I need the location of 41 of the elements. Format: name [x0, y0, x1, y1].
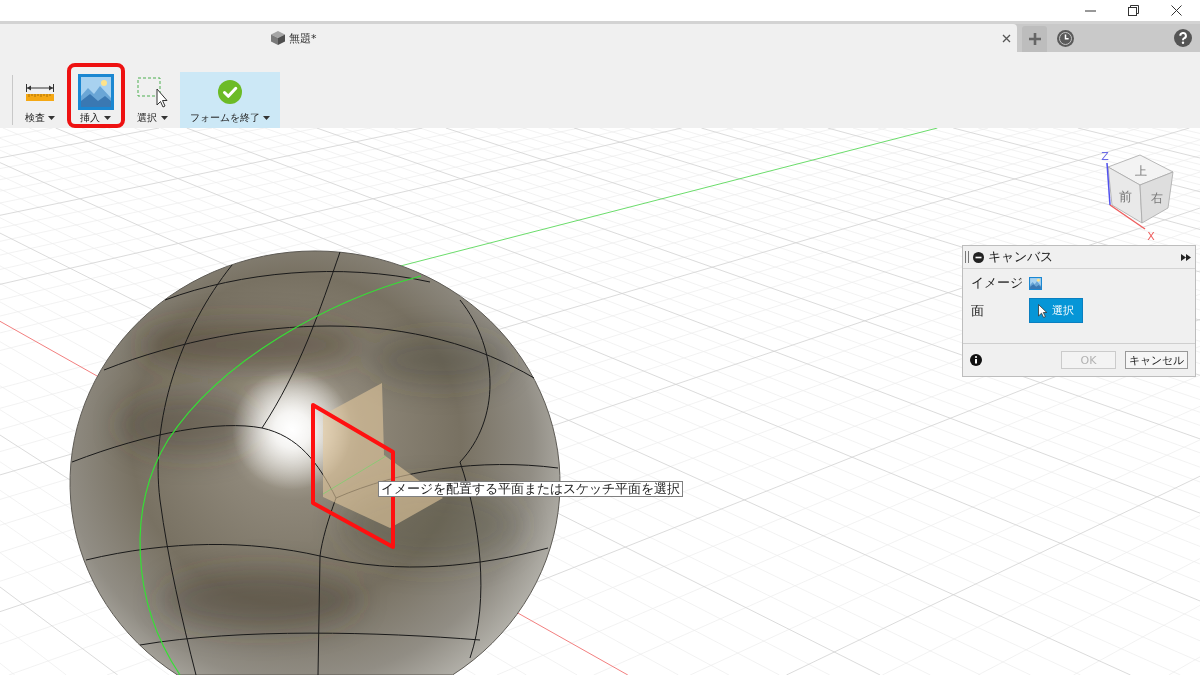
plus-icon	[1028, 33, 1041, 45]
x-axis-line	[1109, 204, 1146, 230]
grip-icon[interactable]	[965, 251, 969, 263]
minimize-icon[interactable]	[1085, 9, 1096, 12]
caret-icon	[104, 116, 111, 120]
image-icon[interactable]	[1029, 276, 1042, 290]
close-icon[interactable]	[1002, 33, 1011, 43]
info-icon[interactable]	[970, 354, 982, 366]
finish-form-button[interactable]: フォームを終了	[180, 72, 280, 128]
cube-face-label: 前	[1118, 189, 1132, 204]
axis-label: X	[1147, 230, 1155, 243]
restore-icon[interactable]	[1128, 5, 1139, 16]
image-icon	[78, 74, 114, 110]
axis-label: Z	[1101, 150, 1109, 163]
view-cube[interactable]: 上 前 右	[1107, 154, 1174, 224]
inspect-button[interactable]: 検査	[21, 72, 59, 128]
check-circle-icon	[218, 80, 242, 104]
close-icon[interactable]	[1171, 5, 1182, 16]
clock-icon[interactable]	[1057, 29, 1074, 47]
z-axis-line	[1106, 162, 1111, 206]
field-label: 面	[971, 303, 984, 318]
selection-box-icon	[137, 76, 168, 108]
cube-face-label: 右	[1151, 191, 1163, 205]
cancel-button[interactable]: キャンセル	[1125, 351, 1188, 369]
caret-icon	[263, 116, 270, 120]
cursor-icon	[1038, 303, 1047, 318]
cube-face-label: 上	[1135, 164, 1147, 178]
cube-icon	[271, 31, 285, 45]
new-tab-button[interactable]	[1022, 26, 1047, 52]
caret-icon	[48, 116, 55, 120]
select-tool-button[interactable]: 選択	[133, 72, 172, 128]
help-icon[interactable]	[1174, 29, 1192, 47]
collapse-icon[interactable]	[973, 251, 984, 263]
document-tab[interactable]: 無題*	[0, 24, 1017, 52]
tooltip: イメージを配置する平面またはスケッチ平面を選択	[378, 481, 683, 497]
expand-icon[interactable]	[1181, 253, 1191, 261]
caret-icon	[160, 116, 168, 120]
insert-button[interactable]: 挿入	[67, 63, 125, 128]
field-label: イメージ	[971, 276, 1023, 290]
dialog-title: キャンバス	[988, 250, 1053, 264]
ruler-icon	[26, 83, 54, 101]
